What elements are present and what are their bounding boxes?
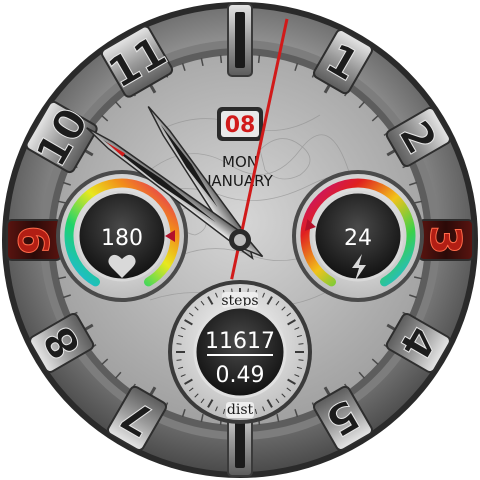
hour-marker-9: 9 [6, 219, 62, 261]
dist-label: dist [227, 402, 254, 418]
activity-tick [298, 343, 304, 345]
center-pin [234, 234, 246, 246]
hour-numeral: 3 [421, 225, 470, 254]
date-window: 08 [217, 107, 263, 141]
hour-numeral: 9 [10, 225, 59, 254]
minute-tick [257, 54, 261, 64]
battery-value: 24 [344, 226, 372, 251]
hour-marker-3: 3 [418, 219, 474, 261]
date-month: JANUARY [206, 172, 273, 190]
battery-subdial[interactable]: 24 [292, 170, 424, 302]
steps-value: 11617 [205, 329, 275, 354]
date-day: 08 [225, 113, 256, 138]
watch-dial: 123457891011 08 MON JANUARY 180 24 steps… [2, 2, 478, 478]
activity-tick [176, 359, 182, 361]
minute-tick [219, 54, 223, 64]
activity-tick [298, 359, 304, 361]
activity-subdial[interactable]: steps dist 11617 0.49 [168, 280, 312, 424]
activity-tick [176, 343, 182, 345]
twelve-marker [227, 3, 253, 77]
date-weekday: MON [222, 153, 258, 171]
distance-value: 0.49 [216, 363, 265, 388]
heart-rate-value: 180 [101, 226, 143, 251]
watch-face: 1 2 3 4 5 7 8 9 10 11 08 MON JANUARY 180 24 [0, 0, 480, 480]
